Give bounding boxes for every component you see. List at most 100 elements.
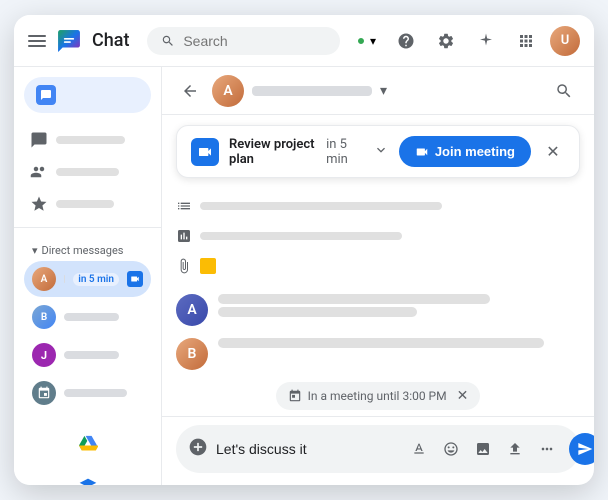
- message-2-bubble-1: [218, 338, 544, 348]
- join-meeting-button[interactable]: Join meeting: [399, 136, 531, 167]
- message-group-1: A: [176, 294, 580, 326]
- sidebar-nav-people[interactable]: [22, 157, 153, 187]
- message-1-content: [218, 294, 580, 317]
- app-window: Chat ▾: [14, 15, 594, 485]
- search-icon: [161, 33, 175, 49]
- send-button[interactable]: [569, 433, 594, 465]
- in-meeting-badge: In a meeting until 3:00 PM ✕: [276, 382, 481, 410]
- sidebar-nav-chat[interactable]: [22, 125, 153, 155]
- add-emoji-button[interactable]: [188, 437, 208, 462]
- help-icon: [397, 32, 415, 50]
- drive-icon-button[interactable]: [68, 423, 108, 463]
- emoji-button[interactable]: [437, 435, 465, 463]
- direct-messages-section: ▾ Direct messages A in 5 min B: [14, 234, 161, 415]
- star-nav-icon: [30, 195, 48, 213]
- sidebar-item-dm-1[interactable]: A in 5 min: [24, 261, 151, 297]
- sidebar-item-dm-3[interactable]: J: [24, 337, 151, 373]
- dm-4-text: [64, 389, 143, 397]
- meeting-time: in 5 min: [326, 137, 363, 167]
- message-2-bubbles: [218, 338, 580, 348]
- image-icon: [475, 441, 491, 457]
- new-chat-icon: [36, 85, 56, 105]
- chat-area: A ▾ Review project plan: [162, 67, 594, 485]
- attachment-item-2: [176, 224, 580, 248]
- sidebar-nav-starred[interactable]: [22, 189, 153, 219]
- chart-icon: [176, 228, 192, 244]
- clip-icon: [176, 258, 192, 274]
- app-title: Chat: [92, 30, 129, 51]
- dm-2-avatar: B: [32, 305, 56, 329]
- message-2-content: [218, 338, 580, 348]
- attachment-1-skeleton: [200, 202, 442, 210]
- format-button[interactable]: [405, 435, 433, 463]
- video-camera-icon: [197, 144, 213, 160]
- attachments-area: [176, 190, 580, 282]
- attachment-2-skeleton: [200, 232, 402, 240]
- send-icon: [577, 441, 593, 457]
- dm-1-text: [64, 275, 65, 283]
- meeting-title: Review project plan: [229, 137, 320, 167]
- main-body: ▾ Direct messages A in 5 min B: [14, 67, 594, 485]
- message-input[interactable]: [216, 441, 397, 457]
- emoji-icon: [443, 441, 459, 457]
- top-header: Chat ▾: [14, 15, 594, 67]
- dm-4-avatar: [32, 381, 56, 405]
- dm-1-avatar: A: [32, 267, 56, 291]
- meeting-banner-icon: [191, 138, 219, 166]
- join-video-icon: [415, 145, 429, 159]
- list-icon: [176, 198, 192, 214]
- chat-nav-icon: [30, 131, 48, 149]
- message-1-avatar: A: [176, 294, 208, 326]
- text-format-icon: [411, 441, 427, 457]
- close-banner-button[interactable]: ✕: [541, 140, 565, 164]
- back-button[interactable]: [176, 77, 204, 105]
- status-button[interactable]: ▾: [350, 30, 382, 52]
- sidebar-item-dm-2[interactable]: B: [24, 299, 151, 335]
- new-chat-button[interactable]: [24, 77, 151, 113]
- user-avatar[interactable]: U: [550, 26, 580, 56]
- dm-3-avatar: J: [32, 343, 56, 367]
- hamburger-menu-icon[interactable]: [28, 35, 46, 47]
- calendar-icon: [288, 389, 302, 403]
- chat-options-button[interactable]: [548, 75, 580, 107]
- more-options-icon: [539, 441, 555, 457]
- dm-1-badge: in 5 min: [73, 273, 119, 286]
- upload-icon: [507, 441, 523, 457]
- in-meeting-close-button[interactable]: ✕: [457, 388, 469, 404]
- settings-icon: [437, 32, 455, 50]
- message-1-bubble-1: [218, 294, 490, 304]
- input-actions: [405, 435, 561, 463]
- search-input[interactable]: [183, 33, 326, 49]
- dm-1-name-skeleton: [64, 275, 65, 283]
- search-bar[interactable]: [147, 27, 340, 55]
- contact-name-skeleton: [252, 86, 372, 96]
- people-nav-icon: [30, 163, 48, 181]
- diamond-icon-button[interactable]: [68, 467, 108, 485]
- attachment-3-content: [200, 258, 222, 274]
- sparkle-button[interactable]: [470, 25, 502, 57]
- contact-chevron-icon[interactable]: ▾: [380, 83, 387, 99]
- header-actions: ▾ U: [350, 25, 580, 57]
- sidebar: ▾ Direct messages A in 5 min B: [14, 67, 162, 485]
- attachment-3-thumb: [200, 258, 216, 274]
- apps-button[interactable]: [510, 25, 542, 57]
- join-meeting-label: Join meeting: [435, 144, 515, 159]
- dm-1-meet-icon: [127, 271, 143, 287]
- contact-avatar: A: [212, 75, 244, 107]
- direct-messages-label: ▾ Direct messages: [24, 238, 151, 259]
- settings-button[interactable]: [430, 25, 462, 57]
- meeting-banner-text: Review project plan in 5 min: [229, 137, 363, 167]
- meeting-expand-button[interactable]: [373, 142, 389, 162]
- add-circle-icon: [188, 437, 208, 457]
- attachment-item-1: [176, 194, 580, 218]
- image-button[interactable]: [469, 435, 497, 463]
- dm-2-text: [64, 313, 143, 321]
- upload-button[interactable]: [501, 435, 529, 463]
- chat-header: A ▾: [162, 67, 594, 115]
- more-options-button[interactable]: [533, 435, 561, 463]
- meeting-banner: Review project plan in 5 min Join meetin…: [176, 125, 580, 178]
- help-button[interactable]: [390, 25, 422, 57]
- sidebar-item-dm-4[interactable]: [24, 375, 151, 411]
- input-box: [176, 425, 580, 473]
- status-chevron-icon: ▾: [370, 34, 376, 48]
